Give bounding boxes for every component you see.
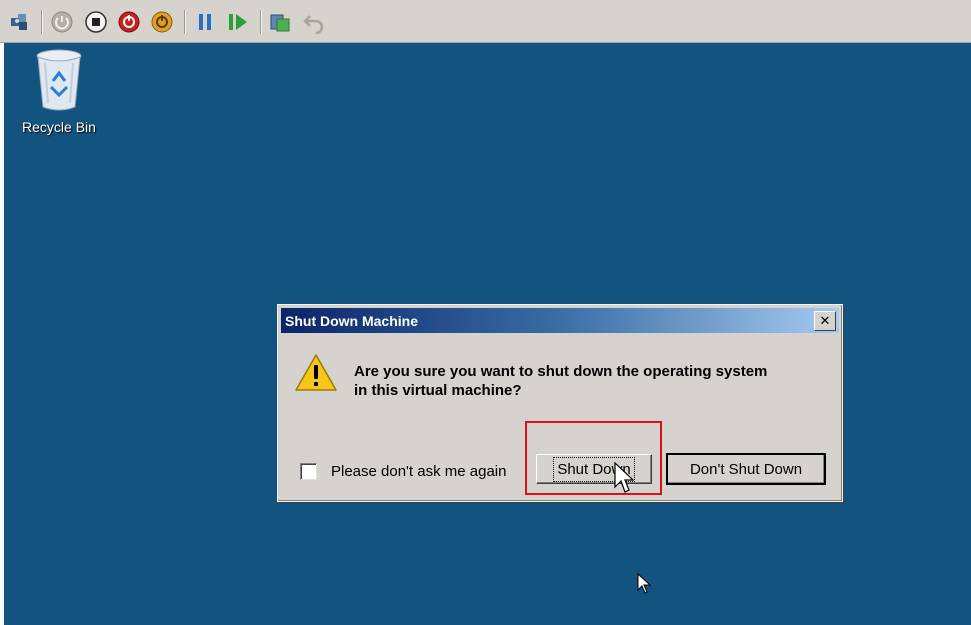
toolbar-separator — [41, 10, 43, 34]
pause-icon[interactable] — [193, 10, 217, 34]
recycle-bin-icon — [36, 49, 82, 111]
dont-ask-again-option[interactable]: Please don't ask me again — [300, 463, 506, 480]
highlight-box — [525, 421, 662, 495]
warning-icon — [294, 353, 338, 397]
dialog-message-line2: in this virtual machine? — [354, 382, 522, 399]
toolbar-separator — [260, 10, 262, 34]
dialog-titlebar[interactable]: Shut Down Machine ✕ — [281, 308, 839, 333]
dialog-title: Shut Down Machine — [285, 313, 418, 329]
dont-shut-down-button-label: Don't Shut Down — [689, 460, 803, 478]
resume-icon[interactable] — [226, 10, 250, 34]
start-icon[interactable] — [50, 10, 74, 34]
recycle-bin-label: Recycle Bin — [22, 119, 96, 135]
mouse-cursor-icon — [614, 462, 634, 493]
recycle-bin[interactable]: Recycle Bin — [14, 47, 104, 135]
mouse-cursor-icon — [637, 573, 651, 594]
vm-toolbar — [0, 0, 971, 43]
turn-off-icon[interactable] — [84, 10, 108, 34]
snapshot-icon[interactable] — [268, 10, 292, 34]
save-state-icon[interactable] — [150, 10, 174, 34]
toolbar-separator — [184, 10, 186, 34]
dont-shut-down-button[interactable]: Don't Shut Down — [666, 453, 826, 485]
dialog-message-line1: Are you sure you want to shut down the o… — [354, 363, 768, 380]
dialog-message: Are you sure you want to shut down the o… — [354, 362, 834, 400]
ctrl-alt-del-icon[interactable] — [8, 10, 32, 34]
dont-ask-again-checkbox[interactable] — [300, 463, 317, 480]
close-button[interactable]: ✕ — [814, 311, 836, 331]
close-icon: ✕ — [819, 313, 831, 329]
dont-ask-again-label[interactable]: Please don't ask me again — [331, 463, 506, 480]
shutdown-icon[interactable] — [117, 10, 141, 34]
revert-icon[interactable] — [302, 10, 326, 34]
